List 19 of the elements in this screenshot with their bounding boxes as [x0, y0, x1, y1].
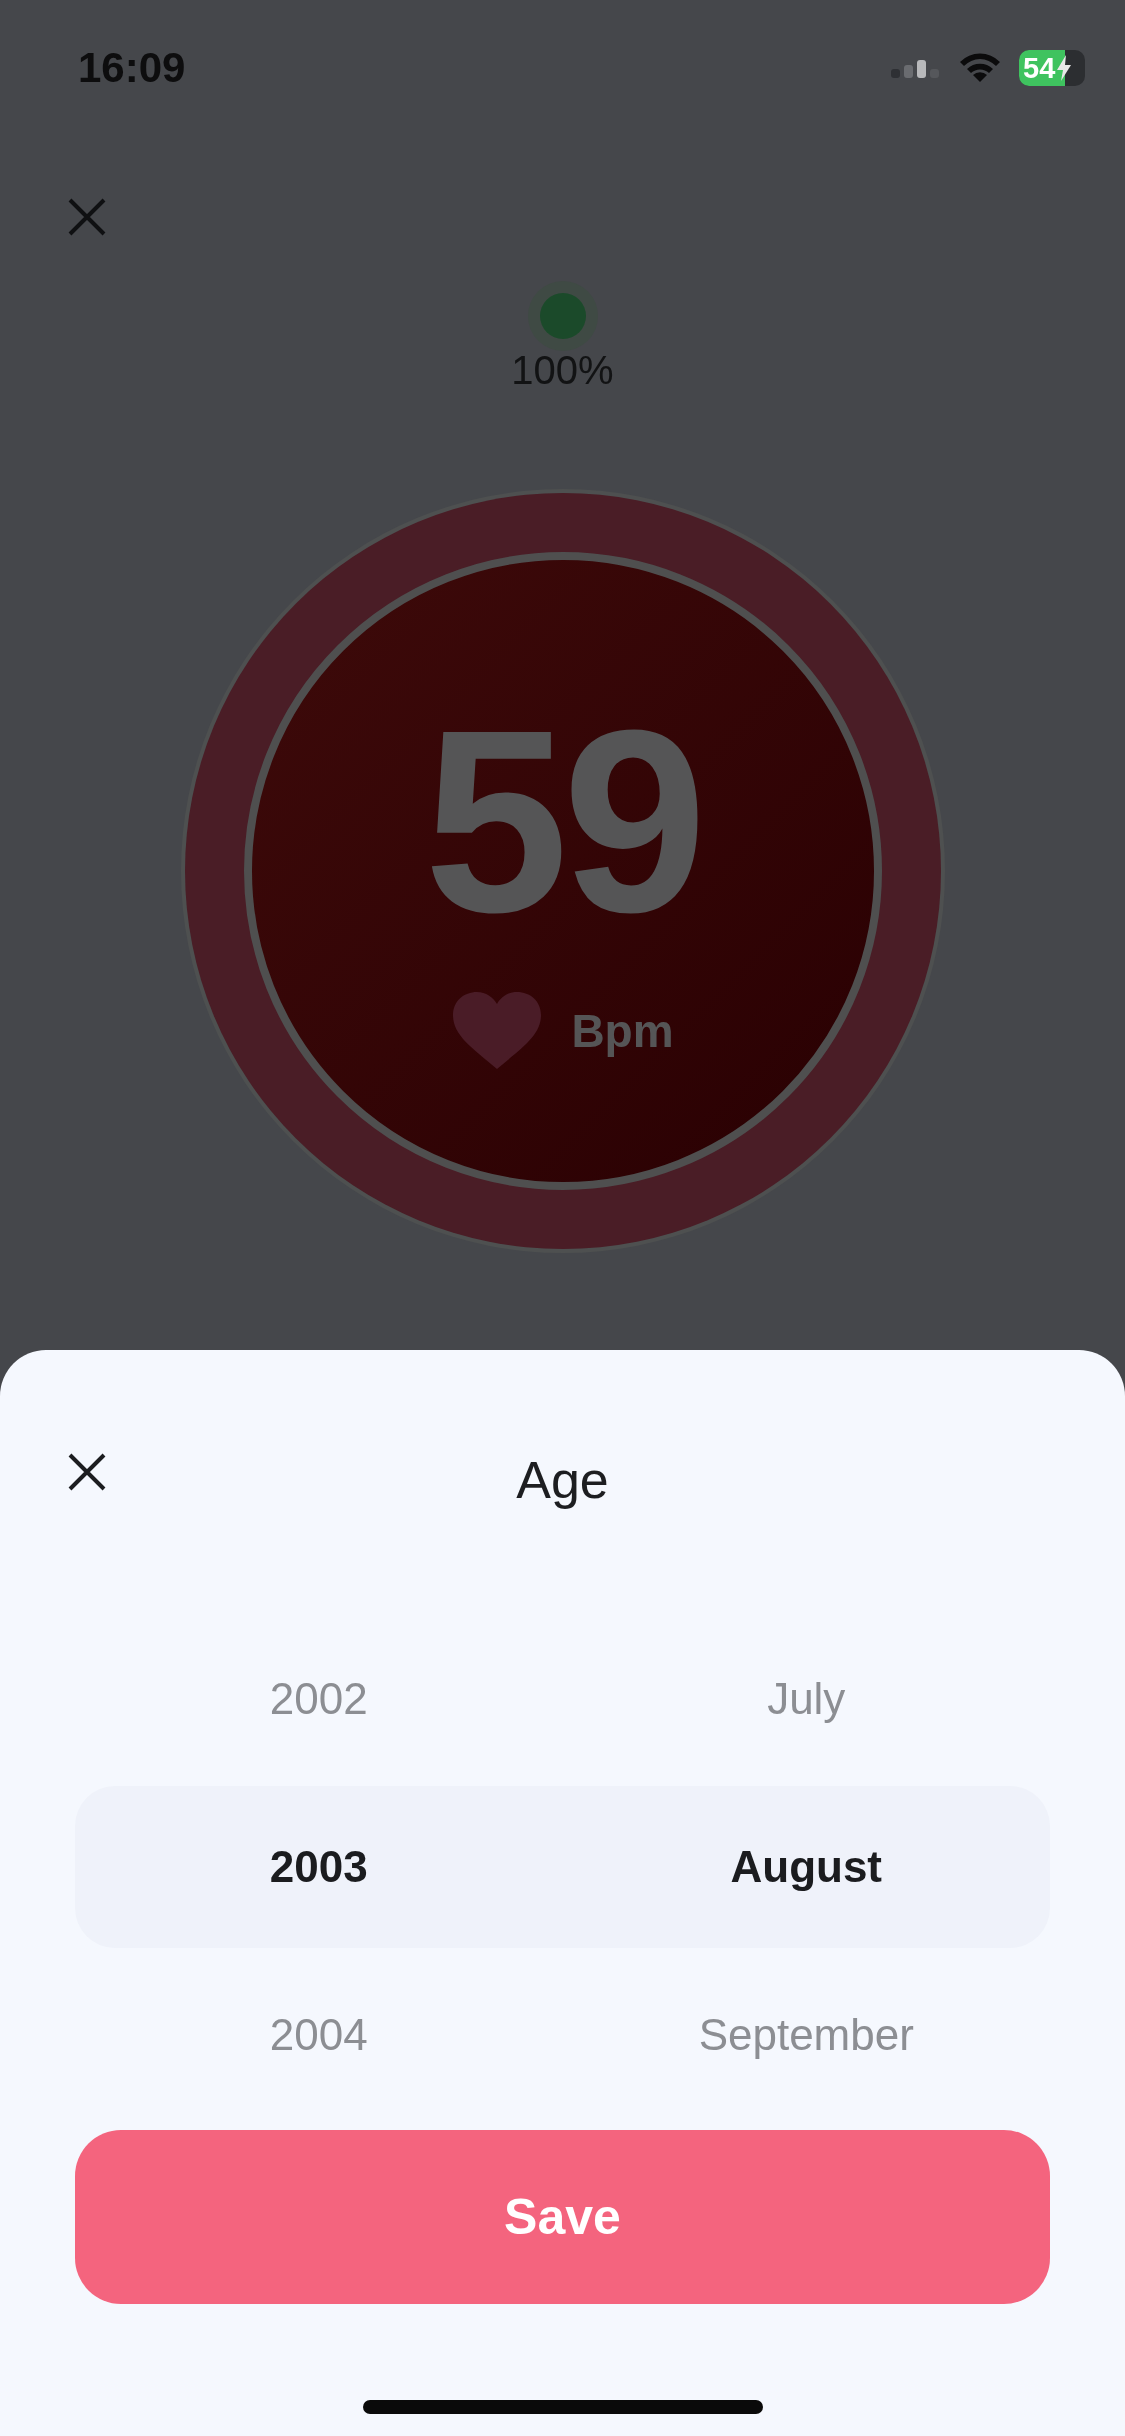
picker-option[interactable]: September — [698, 2010, 914, 2060]
battery-level: 54 — [1022, 51, 1056, 85]
connection-dot-icon — [526, 280, 599, 352]
lightning-icon — [1056, 55, 1073, 81]
signal-icon — [891, 57, 941, 79]
heart-rate-unit: Bpm — [571, 1004, 674, 1058]
heart-icon — [451, 991, 544, 1071]
picker-option[interactable]: 2002 — [269, 1674, 368, 1724]
picker-option[interactable]: July — [767, 1674, 846, 1724]
picker-option[interactable]: 2004 — [269, 2010, 368, 2060]
status-time: 16:09 — [78, 44, 186, 92]
close-icon[interactable] — [67, 1452, 107, 1492]
save-button[interactable]: Save — [75, 2130, 1050, 2304]
heart-rate-value: 59 — [423, 691, 702, 951]
device-battery: 100% — [511, 348, 614, 393]
sheet-title: Age — [516, 1450, 609, 1510]
picker-option[interactable]: August — [730, 1842, 882, 1892]
picker-option[interactable]: 2003 — [269, 1842, 368, 1892]
wifi-icon — [959, 52, 1001, 84]
